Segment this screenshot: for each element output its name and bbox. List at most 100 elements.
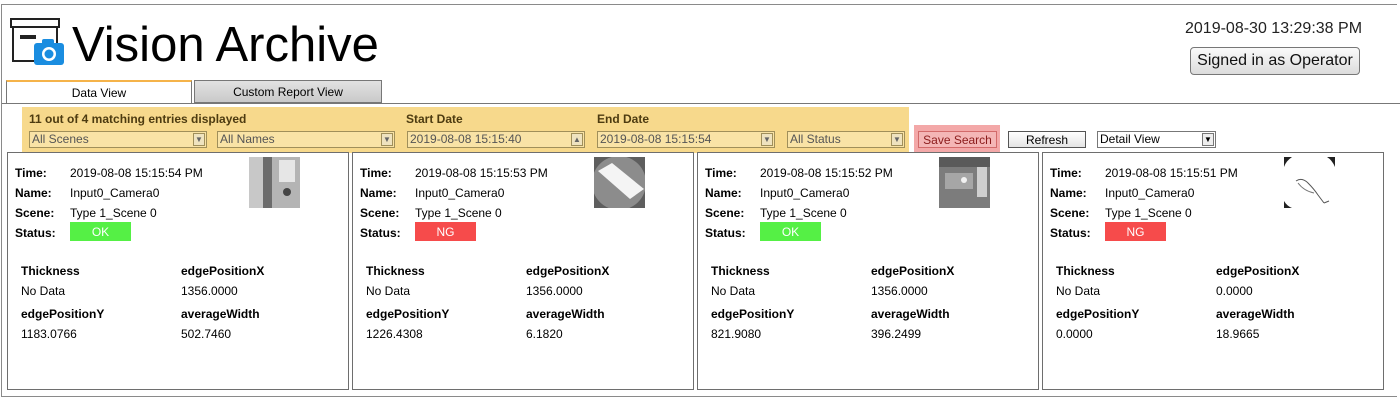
thickness-label: Thickness <box>711 264 770 278</box>
result-card[interactable]: Time: 2019-08-08 15:15:53 PM Name: Input… <box>352 152 694 390</box>
thickness-value: No Data <box>1056 284 1101 298</box>
current-datetime: 2019-08-30 13:29:38 PM <box>1185 20 1363 37</box>
app-title: Vision Archive <box>72 18 379 72</box>
chevron-down-icon: ▼ <box>761 133 773 146</box>
tab-custom-report-view[interactable]: Custom Report View <box>194 80 382 103</box>
thickness-label: Thickness <box>21 264 80 278</box>
edge-y-value: 0.0000 <box>1056 327 1093 341</box>
status-badge: OK <box>70 222 131 241</box>
status-label: Status: <box>705 226 746 240</box>
thickness-value: No Data <box>21 284 66 298</box>
camera-thumbnail[interactable] <box>939 157 990 208</box>
avg-width-label: averageWidth <box>526 307 605 321</box>
name-label: Name: <box>705 186 742 200</box>
scene-select-value: All Scenes <box>32 132 89 146</box>
end-date-field[interactable]: 2019-08-08 15:15:54 ▼ <box>597 131 775 148</box>
chevron-down-icon: ▼ <box>381 133 393 146</box>
result-card[interactable]: Time: 2019-08-08 15:15:51 PM Name: Input… <box>1042 152 1384 390</box>
scene-label: Scene: <box>360 206 400 220</box>
end-date-label: End Date <box>597 112 650 126</box>
status-select[interactable]: All Status ▼ <box>787 131 905 148</box>
time-value: 2019-08-08 15:15:51 PM <box>1105 166 1238 180</box>
match-summary: 11 out of 4 matching entries displayed <box>29 112 247 126</box>
start-date-label: Start Date <box>406 112 463 126</box>
edge-y-label: edgePositionY <box>366 307 450 321</box>
status-badge: NG <box>415 222 476 241</box>
save-search-button[interactable]: Save Search <box>918 131 997 148</box>
camera-thumbnail[interactable] <box>594 157 645 208</box>
refresh-button[interactable]: Refresh <box>1008 131 1086 148</box>
start-date-field[interactable]: 2019-08-08 15:15:40 ▲ <box>407 131 585 148</box>
scene-value: Type 1_Scene 0 <box>1105 206 1192 220</box>
edge-y-label: edgePositionY <box>711 307 795 321</box>
chevron-up-icon: ▲ <box>571 133 583 146</box>
name-value: Input0_Camera0 <box>760 186 850 200</box>
time-value: 2019-08-08 15:15:52 PM <box>760 166 893 180</box>
start-date-value: 2019-08-08 15:15:40 <box>410 132 522 146</box>
edge-x-label: edgePositionX <box>1216 264 1300 278</box>
edge-y-label: edgePositionY <box>1056 307 1140 321</box>
edge-x-value: 1356.0000 <box>871 284 928 298</box>
scene-label: Scene: <box>705 206 745 220</box>
avg-width-value: 502.7460 <box>181 327 232 341</box>
name-label: Name: <box>15 186 52 200</box>
edge-y-value: 1183.0766 <box>21 327 77 341</box>
scene-value: Type 1_Scene 0 <box>760 206 847 220</box>
status-select-value: All Status <box>790 132 841 146</box>
signin-button[interactable]: Signed in as Operator <box>1190 47 1360 75</box>
edge-x-label: edgePositionX <box>526 264 610 278</box>
avg-width-label: averageWidth <box>1216 307 1295 321</box>
thickness-label: Thickness <box>1056 264 1115 278</box>
name-value: Input0_Camera0 <box>70 186 160 200</box>
name-select[interactable]: All Names ▼ <box>217 131 395 148</box>
view-mode-value: Detail View <box>1100 132 1160 146</box>
edge-y-label: edgePositionY <box>21 307 105 321</box>
avg-width-label: averageWidth <box>181 307 260 321</box>
chevron-down-icon: ▼ <box>1202 133 1214 146</box>
scene-label: Scene: <box>15 206 55 220</box>
name-label: Name: <box>1050 186 1087 200</box>
result-card[interactable]: Time: 2019-08-08 15:15:54 PM Name: Input… <box>7 152 349 390</box>
avg-width-label: averageWidth <box>871 307 950 321</box>
time-label: Time: <box>360 166 392 180</box>
time-value: 2019-08-08 15:15:54 PM <box>70 166 203 180</box>
status-badge: OK <box>760 222 821 241</box>
chevron-down-icon: ▼ <box>891 133 903 146</box>
avg-width-value: 396.2499 <box>871 327 922 341</box>
thickness-value: No Data <box>711 284 756 298</box>
edge-y-value: 821.9080 <box>711 327 762 341</box>
time-value: 2019-08-08 15:15:53 PM <box>415 166 548 180</box>
name-value: Input0_Camera0 <box>1105 186 1195 200</box>
view-mode-select[interactable]: Detail View ▼ <box>1097 131 1216 148</box>
time-label: Time: <box>1050 166 1082 180</box>
scene-value: Type 1_Scene 0 <box>415 206 502 220</box>
thickness-label: Thickness <box>366 264 425 278</box>
status-badge: NG <box>1105 222 1166 241</box>
status-label: Status: <box>1050 226 1091 240</box>
scene-select[interactable]: All Scenes ▼ <box>29 131 207 148</box>
camera-thumbnail[interactable] <box>1284 157 1335 208</box>
name-label: Name: <box>360 186 397 200</box>
tab-divider <box>2 103 1400 104</box>
edge-x-value: 0.0000 <box>1216 284 1253 298</box>
avg-width-value: 18.9665 <box>1216 327 1260 341</box>
edge-x-value: 1356.0000 <box>181 284 238 298</box>
edge-x-label: edgePositionX <box>871 264 955 278</box>
edge-x-value: 1356.0000 <box>526 284 583 298</box>
camera-thumbnail[interactable] <box>249 157 300 208</box>
name-value: Input0_Camera0 <box>415 186 505 200</box>
archive-camera-icon <box>10 18 64 65</box>
status-label: Status: <box>15 226 56 240</box>
chevron-down-icon: ▼ <box>193 133 205 146</box>
tab-data-view[interactable]: Data View <box>6 80 192 104</box>
edge-y-value: 1226.4308 <box>366 327 423 341</box>
edge-x-label: edgePositionX <box>181 264 265 278</box>
status-label: Status: <box>360 226 401 240</box>
scene-value: Type 1_Scene 0 <box>70 206 157 220</box>
thickness-value: No Data <box>366 284 411 298</box>
time-label: Time: <box>705 166 737 180</box>
scene-label: Scene: <box>1050 206 1090 220</box>
result-card[interactable]: Time: 2019-08-08 15:15:52 PM Name: Input… <box>697 152 1039 390</box>
end-date-value: 2019-08-08 15:15:54 <box>600 132 712 146</box>
time-label: Time: <box>15 166 47 180</box>
